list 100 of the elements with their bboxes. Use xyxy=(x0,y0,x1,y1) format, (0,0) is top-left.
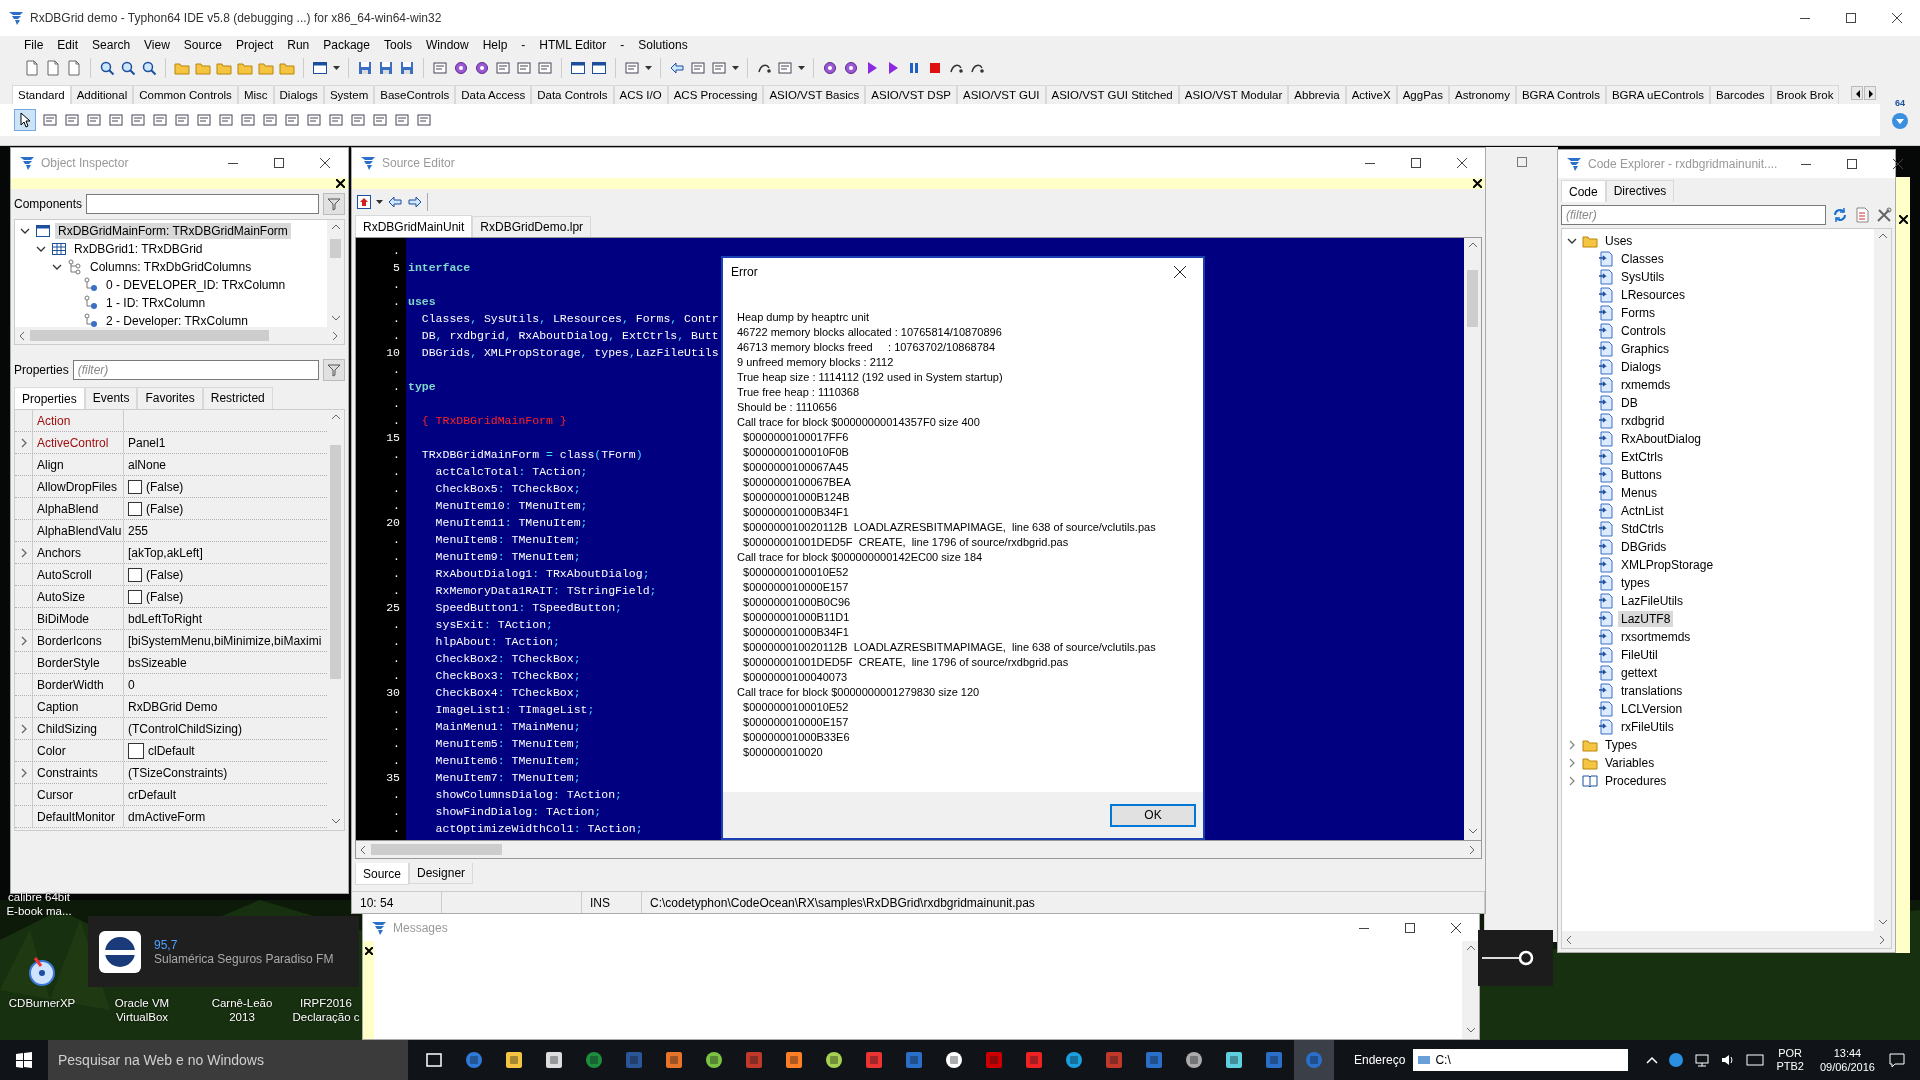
ok-button[interactable]: OK xyxy=(1110,803,1196,827)
app-icon[interactable] xyxy=(1224,1050,1244,1070)
property-value[interactable]: (TSizeConstraints) xyxy=(128,765,228,780)
palette-tab[interactable]: BaseControls xyxy=(374,85,456,104)
component-icon[interactable] xyxy=(416,112,432,128)
scrollbar[interactable] xyxy=(1562,931,1891,948)
globe-icon[interactable] xyxy=(1668,1052,1685,1068)
chevron-right-icon[interactable] xyxy=(19,635,29,646)
close-icon[interactable] xyxy=(1451,922,1461,933)
app-icon[interactable] xyxy=(784,1050,804,1070)
property-value[interactable]: 255 xyxy=(128,523,149,538)
menu-item[interactable]: HTML Editor xyxy=(532,38,614,52)
scrollbar-thumb[interactable] xyxy=(30,330,270,341)
tree-item[interactable]: ExtCtrls xyxy=(1618,449,1666,465)
app-icon[interactable] xyxy=(704,1050,724,1070)
palette-tab[interactable]: Misc xyxy=(237,85,274,104)
app-icon[interactable] xyxy=(1064,1050,1084,1070)
menu-item[interactable]: File xyxy=(17,38,51,52)
tree-item[interactable]: Menus xyxy=(1618,485,1661,501)
checkbox[interactable] xyxy=(128,479,142,494)
gear-icon[interactable] xyxy=(843,60,859,76)
tree-item[interactable]: types xyxy=(1618,575,1653,591)
scrollbar[interactable] xyxy=(1874,229,1891,931)
component-icon[interactable] xyxy=(495,60,511,76)
app-icon[interactable] xyxy=(504,1050,524,1070)
maximize-icon[interactable] xyxy=(1405,922,1415,933)
tree-item[interactable]: LResources xyxy=(1618,287,1689,303)
app-icon[interactable] xyxy=(544,1050,564,1070)
maximize-icon[interactable] xyxy=(274,158,284,168)
menu-item[interactable]: Package xyxy=(316,38,377,52)
menu-item[interactable]: Source xyxy=(176,38,229,52)
checkbox[interactable] xyxy=(128,567,142,582)
menu-item[interactable]: Run xyxy=(280,38,317,52)
component-icon[interactable] xyxy=(64,112,80,128)
menu-item[interactable]: Edit xyxy=(50,38,86,52)
editor-tab[interactable]: RxDBGridMainUnit xyxy=(355,215,473,237)
arrow-down-icon[interactable] xyxy=(1891,111,1909,130)
component-icon[interactable] xyxy=(262,112,278,128)
palette-tab[interactable]: BGRA uEControls xyxy=(1605,85,1710,104)
disc-icon[interactable] xyxy=(27,956,57,986)
address-field[interactable]: C:\ xyxy=(1413,1049,1629,1071)
tree-item[interactable]: rxmemds xyxy=(1618,377,1674,393)
tree-item[interactable]: Graphics xyxy=(1618,341,1673,357)
component-icon[interactable] xyxy=(196,112,212,128)
network-icon[interactable] xyxy=(1694,1052,1711,1068)
notification-icon[interactable] xyxy=(1888,1052,1905,1068)
component-icon[interactable] xyxy=(350,112,366,128)
windows-logo-icon[interactable] xyxy=(16,1052,32,1068)
gear-icon[interactable] xyxy=(822,60,838,76)
arrow-right-icon[interactable] xyxy=(407,194,423,210)
scrollbar-thumb[interactable] xyxy=(371,844,503,855)
tree-item[interactable]: Classes xyxy=(1618,251,1667,267)
checkbox[interactable] xyxy=(128,501,142,516)
palette-tab[interactable]: BGRA Controls xyxy=(1515,85,1606,104)
component-icon[interactable] xyxy=(86,112,102,128)
tree-item[interactable]: rxFileUtils xyxy=(1618,719,1677,735)
tree-item[interactable]: LCLVersion xyxy=(1618,701,1686,717)
floppy-icon[interactable] xyxy=(357,60,373,76)
palette-tab[interactable]: Common Controls xyxy=(133,85,238,104)
tree-item[interactable]: LazFileUtils xyxy=(1618,593,1686,609)
checkbox[interactable] xyxy=(128,589,142,604)
tab[interactable]: Events xyxy=(84,387,138,409)
tab[interactable]: Directives xyxy=(1605,180,1675,202)
maximize-icon[interactable] xyxy=(1847,159,1858,169)
palette-tab[interactable]: AggPas xyxy=(1396,85,1449,104)
menu-item[interactable]: Help xyxy=(475,38,515,52)
palette-tab[interactable]: ACS I/O xyxy=(613,85,668,104)
property-value[interactable]: (False) xyxy=(146,567,184,582)
color-swatch[interactable] xyxy=(128,742,144,759)
palette-tab[interactable]: ASIO/VST DSP xyxy=(865,85,957,104)
component-icon[interactable] xyxy=(130,112,146,128)
component-icon[interactable] xyxy=(777,60,793,76)
close-icon[interactable] xyxy=(1457,158,1467,168)
palette-tab[interactable]: ASIO/VST Basics xyxy=(763,85,866,104)
desktop-icon-label[interactable]: IRPF2016 Declaração c xyxy=(290,996,362,1024)
app-icon[interactable] xyxy=(824,1050,844,1070)
tab[interactable]: Properties xyxy=(14,387,85,409)
menu-item[interactable]: Search xyxy=(85,38,138,52)
tree-item[interactable]: FileUtil xyxy=(1618,647,1661,663)
tree-item[interactable]: Variables xyxy=(1602,755,1658,771)
palette-tab[interactable]: ASIO/VST GUI Stitched xyxy=(1045,85,1179,104)
tree-item[interactable]: XMLPropStorage xyxy=(1618,557,1717,573)
component-icon[interactable] xyxy=(108,112,124,128)
property-value[interactable]: (TControlChildSizing) xyxy=(128,721,243,736)
magnifier-icon[interactable] xyxy=(141,60,157,76)
property-value[interactable]: (False) xyxy=(146,589,184,604)
palette-tab[interactable]: Standard xyxy=(12,85,71,104)
palette-tab[interactable]: Data Controls xyxy=(531,85,614,104)
component-icon[interactable] xyxy=(516,60,532,76)
chevron-right-icon[interactable] xyxy=(19,767,29,778)
palette-tab[interactable]: Brook Brok xyxy=(1770,85,1840,104)
view-tab[interactable]: Designer xyxy=(409,863,474,884)
arrow-left-icon[interactable] xyxy=(669,60,685,76)
component-icon[interactable] xyxy=(42,112,58,128)
menu-item[interactable]: View xyxy=(137,38,177,52)
scrollbar[interactable] xyxy=(15,327,344,344)
floppy-icon[interactable] xyxy=(399,60,415,76)
property-value[interactable]: alNone xyxy=(128,457,167,472)
document-icon[interactable] xyxy=(66,60,82,76)
component-icon[interactable] xyxy=(328,112,344,128)
